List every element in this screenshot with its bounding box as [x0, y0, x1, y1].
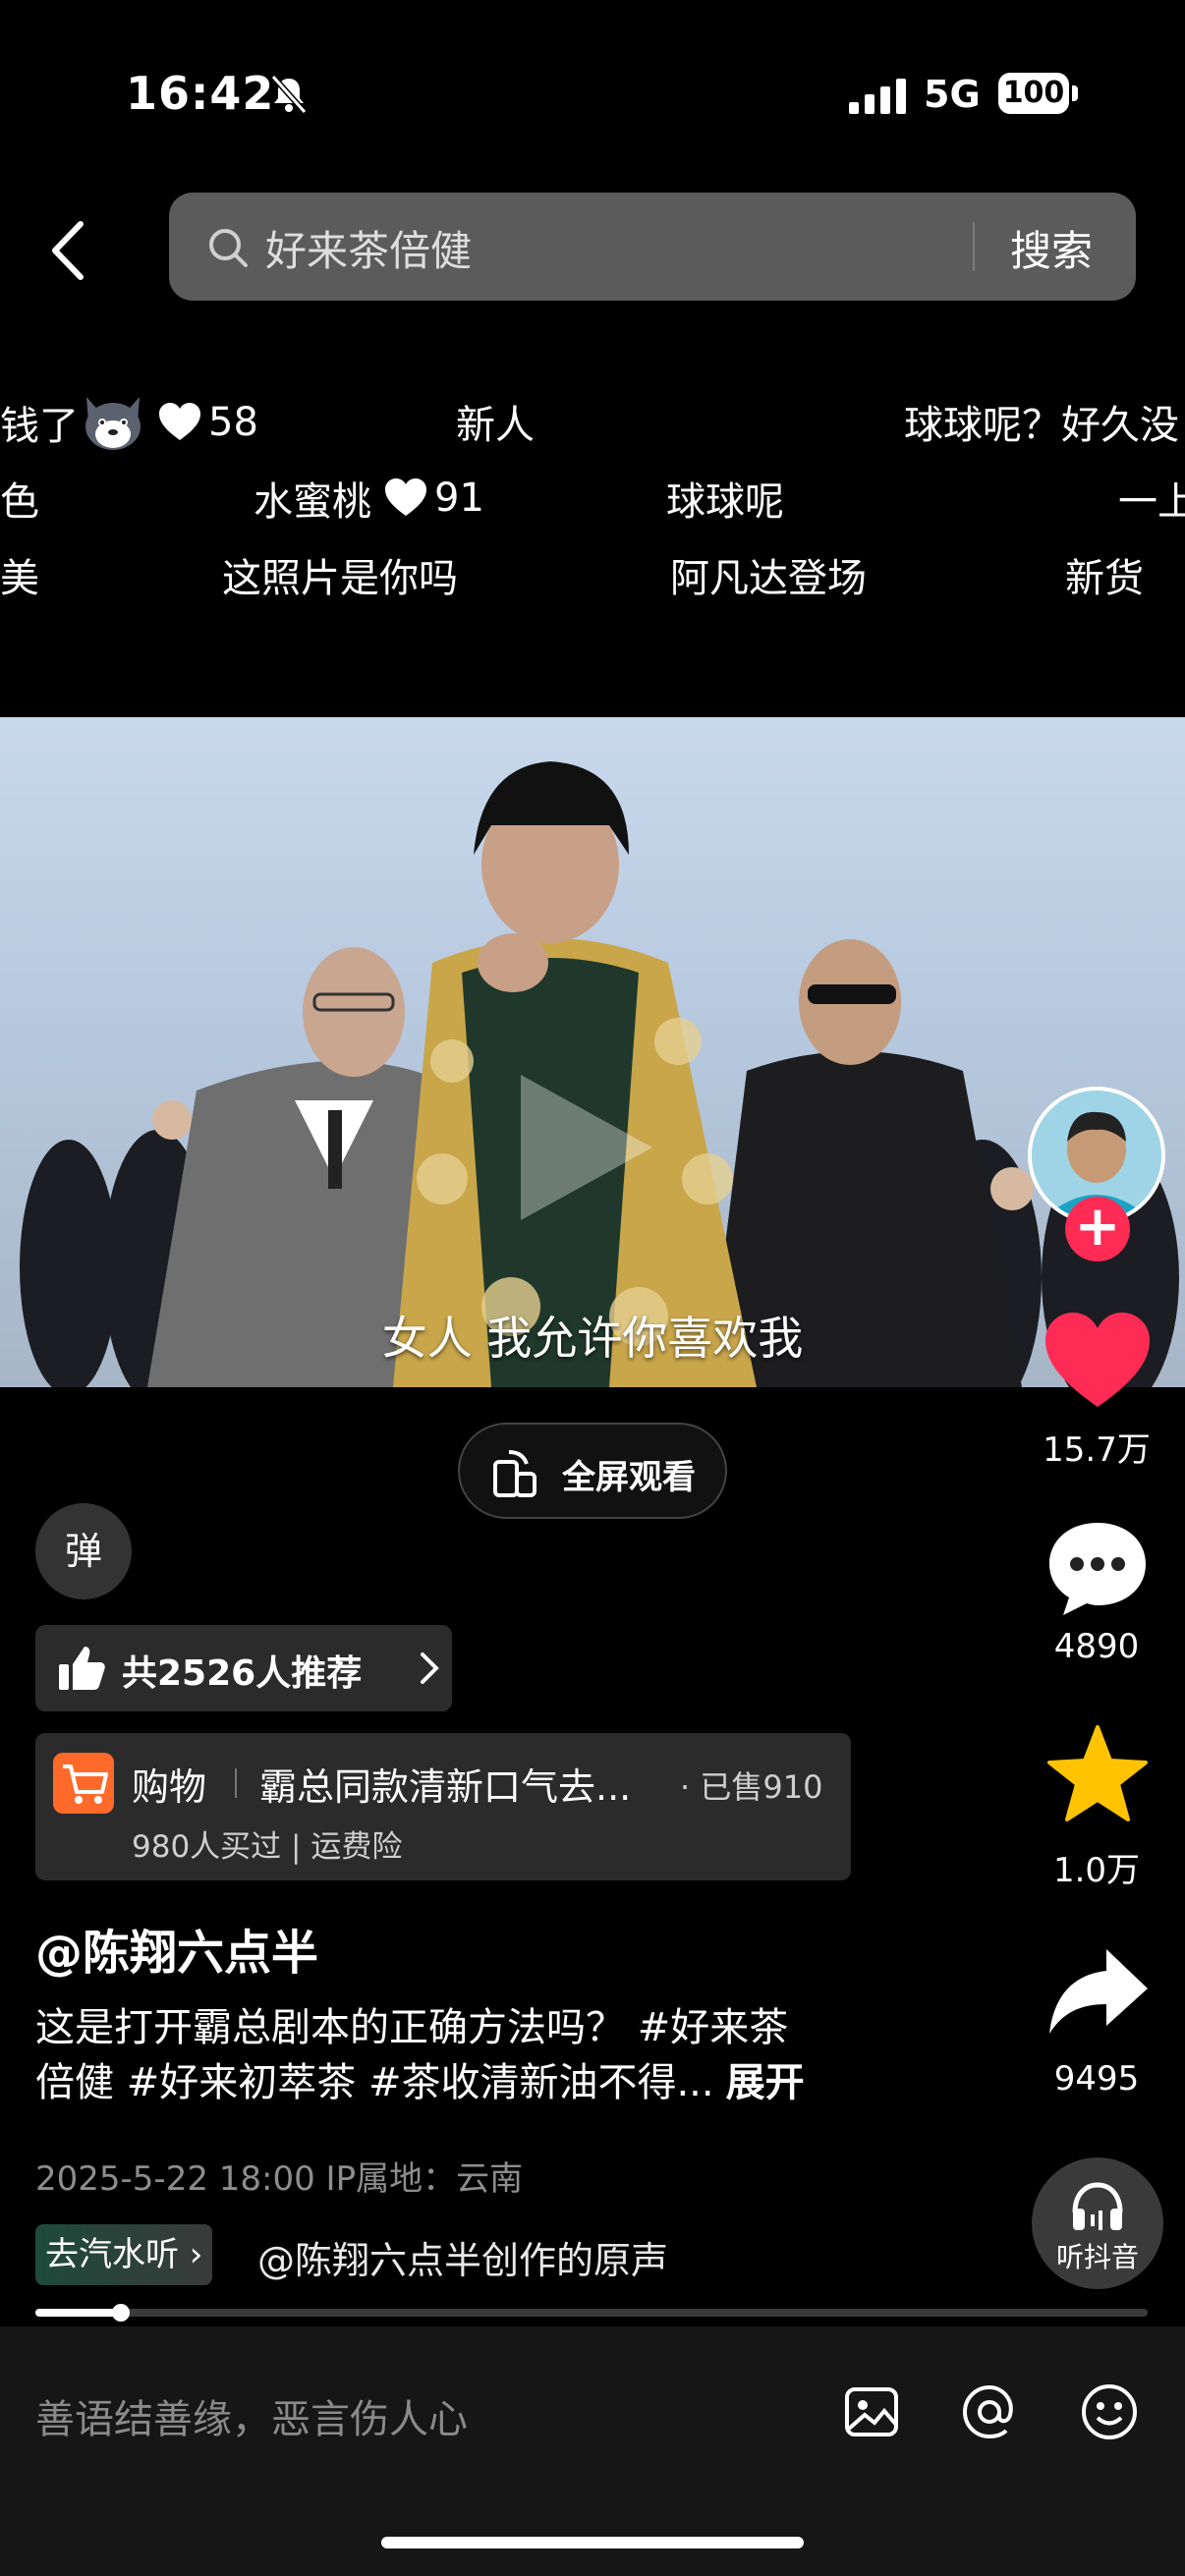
music-info[interactable]: @陈翔六点半创作的原声 [257, 2230, 729, 2284]
like-heart-icon[interactable] [1044, 1313, 1152, 1411]
shopping-card[interactable]: 购物 霸总同款清新口气去... · 已售910 980人买过 | 运费险 [35, 1733, 851, 1880]
sold-count: · 已售910 [680, 1768, 823, 1806]
signal-icon [849, 79, 906, 114]
fullscreen-button[interactable]: 全屏观看 [458, 1423, 727, 1519]
listen-douyin-button[interactable]: 听抖音 [1032, 2157, 1163, 2289]
listen-label: 听抖音 [1055, 2241, 1139, 2273]
follow-button[interactable]: + [1065, 1197, 1130, 1261]
danmaku-item: 一上 [1118, 479, 1185, 525]
danmaku-item: 水蜜桃 91 [254, 476, 484, 525]
search-icon [209, 229, 248, 267]
danmaku-item: 新货 [1065, 556, 1144, 601]
shop-tag: 购物 [132, 1765, 207, 1809]
video-frame [20, 761, 1179, 1387]
bell-muted-icon [270, 75, 308, 114]
play-icon[interactable] [511, 1069, 658, 1226]
shop-divider [235, 1768, 237, 1798]
heart-icon [385, 478, 426, 516]
product-subinfo: 980人买过 | 运费险 [132, 1829, 403, 1865]
danmaku-item: 阿凡达登场 [670, 556, 867, 601]
music-app-button[interactable]: 去汽水听 › [35, 2224, 213, 2285]
thumbs-up-icon [59, 1647, 105, 1690]
share-arrow-icon[interactable] [1044, 1943, 1152, 2042]
video-progress-bar[interactable] [35, 2304, 1148, 2322]
headphones-icon [1072, 2182, 1123, 2230]
recommend-button[interactable]: 共2526人推荐 [35, 1625, 452, 1711]
status-time: 16:42 [126, 67, 275, 120]
battery-icon: 100 [998, 73, 1079, 114]
danmaku-item: 球球呢？好久没 [904, 403, 1179, 448]
battery-level: 100 [998, 73, 1069, 114]
rotate-screen-icon [493, 1450, 536, 1497]
comment-count: 4890 [1053, 1627, 1140, 1666]
danmaku-item: 这照片是你吗 [222, 556, 458, 601]
like-count: 15.7万 [1043, 1430, 1151, 1470]
author-name[interactable]: @陈翔六点半 [35, 1914, 318, 1983]
video-subtitle: 女人 我允许你喜欢我 [381, 1312, 804, 1365]
danmaku-item: 球球呢 [666, 479, 784, 525]
search-input[interactable]: 好来茶倍健 [265, 218, 472, 278]
image-icon[interactable] [841, 2381, 902, 2442]
comment-input[interactable]: 善语结善缘，恶言伤人心 [35, 2387, 468, 2444]
network-type: 5G [924, 73, 981, 116]
progress-fill [35, 2309, 122, 2317]
back-arrow-icon[interactable] [47, 216, 90, 285]
search-button[interactable]: 搜索 [1010, 218, 1093, 278]
husky-emoji-icon [85, 397, 141, 450]
progress-handle[interactable] [112, 2304, 131, 2322]
favorite-star-icon[interactable] [1044, 1725, 1152, 1823]
post-description: 这是打开霸总剧本的正确方法吗？ #好来茶 倍健 #好来初萃茶 #茶收清新油不得.… [35, 2005, 805, 2105]
expand-button[interactable]: 展开 [726, 2060, 805, 2105]
product-title: 霸总同款清新口气去... [259, 1765, 632, 1809]
recommend-label: 共2526人推荐 [122, 1653, 363, 1694]
danmaku-toggle-button[interactable]: 弹 [35, 1503, 132, 1599]
share-count: 9495 [1053, 2059, 1140, 2099]
search-divider [973, 222, 975, 271]
emoji-icon[interactable] [1079, 2381, 1140, 2442]
comment-bubble-icon[interactable] [1044, 1519, 1152, 1617]
post-meta: 2025-5-22 18:00 IP属地：云南 [35, 2159, 524, 2199]
shopping-cart-icon [53, 1753, 114, 1814]
fullscreen-label: 全屏观看 [562, 1458, 696, 1497]
danmaku-item: 美 [0, 556, 39, 601]
heart-icon [159, 403, 200, 440]
chevron-right-icon [421, 1652, 439, 1684]
favorite-count: 1.0万 [1052, 1851, 1141, 1890]
danmaku-item: 钱了 58 [0, 393, 258, 452]
video-player[interactable] [0, 717, 1185, 1387]
danmaku-item: 色 [0, 479, 39, 525]
home-indicator [381, 2537, 804, 2548]
mention-at-icon[interactable] [959, 2381, 1020, 2442]
danmaku-item: 新人 [456, 403, 535, 448]
